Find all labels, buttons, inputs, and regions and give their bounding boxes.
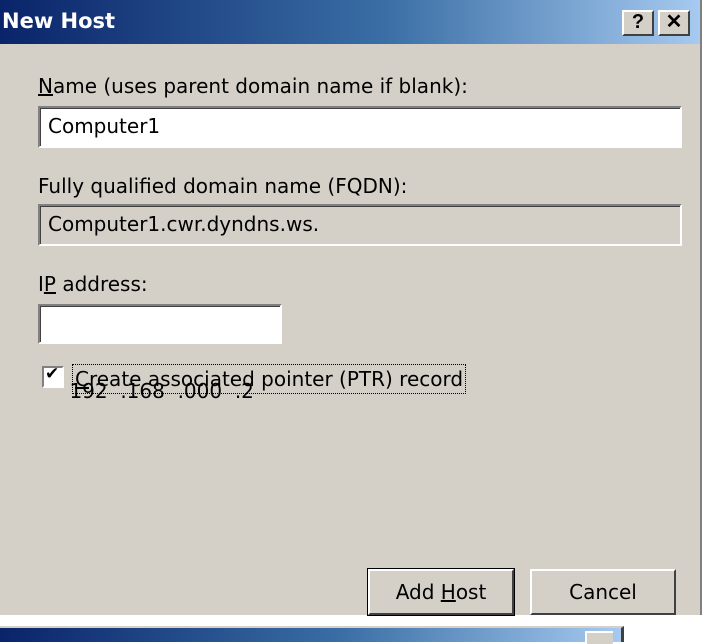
background-window-titlebar [0, 626, 624, 644]
help-icon: ? [631, 11, 645, 33]
name-label-mnemonic: N [38, 74, 53, 98]
checkmark-icon: ✔ [45, 364, 60, 384]
name-label-text: ame (uses parent domain name if blank): [52, 74, 468, 98]
fqdn-value: Computer1.cwr.dyndns.ws. [48, 212, 320, 236]
window-title: New Host [2, 9, 116, 33]
ip-label-text: address: [55, 272, 148, 296]
add-host-label-pre: Add [395, 580, 441, 604]
fqdn-label: Fully qualified domain name (FQDN): [38, 174, 408, 198]
add-host-button[interactable]: Add Host [367, 568, 515, 616]
ip-address-label: IP address: [38, 272, 148, 296]
ip-label-mnemonic: P [43, 272, 56, 296]
name-input-value: Computer1 [48, 114, 161, 138]
add-host-label-rest: ost [455, 580, 487, 604]
ptr-record-label[interactable]: Create associated pointer (PTR) record [72, 364, 467, 394]
background-window-button [585, 631, 613, 644]
title-bar[interactable]: New Host ? ✕ [0, 0, 700, 44]
name-input[interactable]: Computer1 [38, 106, 682, 148]
close-icon: ✕ [665, 11, 683, 33]
cancel-button[interactable]: Cancel [530, 569, 676, 615]
close-button[interactable]: ✕ [658, 10, 690, 36]
ip-address-input[interactable]: 192 .168 .000 .2 [38, 304, 282, 403]
ptr-label-text: reate associated pointer (PTR) record [88, 367, 464, 391]
fqdn-field: Computer1.cwr.dyndns.ws. [38, 204, 682, 246]
add-host-label-mnemonic: H [440, 580, 456, 604]
ptr-record-checkbox[interactable]: ✔ [42, 364, 64, 388]
new-host-dialog: New Host ? ✕ Name (uses parent domain na… [0, 0, 702, 616]
ptr-label-mnemonic: C [75, 367, 89, 391]
help-button[interactable]: ? [622, 10, 654, 36]
name-label: Name (uses parent domain name if blank): [38, 74, 468, 98]
